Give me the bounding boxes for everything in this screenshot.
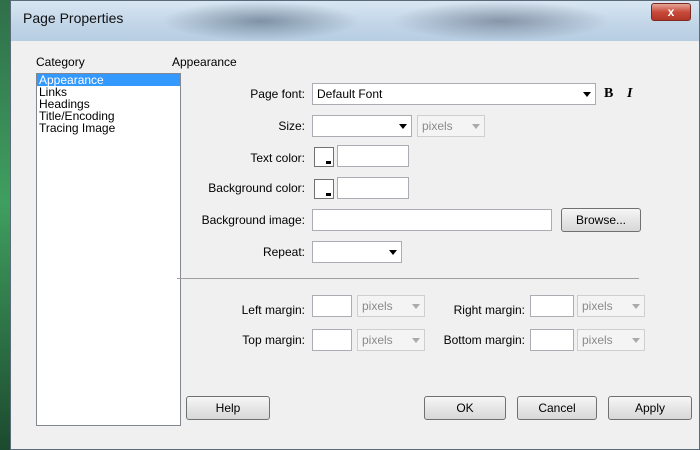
top-margin-unit-value: pixels [362, 333, 393, 347]
color-picker-icon [326, 161, 331, 164]
left-margin-unit-value: pixels [362, 299, 393, 313]
top-margin-label: Top margin: [242, 333, 305, 347]
text-color-picker[interactable] [314, 147, 334, 167]
titlebar-glass-blur [391, 1, 611, 41]
bold-button[interactable]: B [604, 86, 613, 102]
background-image-label: Background image: [201, 213, 305, 227]
chevron-down-icon [399, 124, 407, 129]
page-font-value: Default Font [317, 87, 383, 101]
left-margin-unit-select[interactable]: pixels [357, 295, 425, 317]
chevron-down-icon [583, 92, 591, 97]
size-label: Size: [278, 119, 305, 133]
page-font-label: Page font: [250, 87, 305, 101]
chevron-down-icon [632, 304, 640, 309]
right-margin-unit-select[interactable]: pixels [577, 295, 645, 317]
titlebar-glass-blur [161, 1, 361, 41]
size-unit-value: pixels [422, 119, 453, 133]
apply-button[interactable]: Apply [608, 396, 692, 420]
category-header: Category [36, 55, 85, 69]
window-title: Page Properties [23, 10, 124, 26]
chevron-down-icon [632, 338, 640, 343]
chevron-down-icon [389, 250, 397, 255]
top-margin-unit-select[interactable]: pixels [357, 329, 425, 351]
browse-button[interactable]: Browse... [561, 208, 641, 232]
top-margin-input[interactable] [312, 329, 352, 351]
text-color-input[interactable] [337, 145, 409, 167]
right-margin-label: Right margin: [453, 303, 525, 317]
page-properties-dialog: Page Properties x Category Appearance Li… [10, 0, 700, 450]
bottom-margin-unit-select[interactable]: pixels [577, 329, 645, 351]
background-color-picker[interactable] [314, 179, 334, 199]
italic-button[interactable]: I [627, 86, 632, 102]
bottom-margin-label: Bottom margin: [443, 333, 525, 347]
page-font-select[interactable]: Default Font [312, 83, 596, 105]
desktop-background-strip [0, 0, 10, 450]
cancel-button[interactable]: Cancel [517, 396, 597, 420]
separator [177, 278, 639, 279]
category-list[interactable]: Appearance Links Headings Title/Encoding… [36, 73, 181, 426]
bottom-margin-unit-value: pixels [582, 333, 613, 347]
section-title: Appearance [172, 55, 237, 69]
background-image-input[interactable] [312, 209, 552, 231]
text-color-label: Text color: [250, 151, 305, 165]
help-button[interactable]: Help [186, 396, 270, 420]
color-picker-icon [326, 193, 331, 196]
close-icon: x [667, 5, 675, 19]
bottom-margin-input[interactable] [530, 329, 574, 351]
category-item-tracing-image[interactable]: Tracing Image [37, 122, 180, 134]
close-button[interactable]: x [651, 3, 691, 21]
repeat-label: Repeat: [262, 245, 305, 259]
chevron-down-icon [472, 124, 480, 129]
left-margin-label: Left margin: [241, 303, 305, 317]
background-color-input[interactable] [337, 177, 409, 199]
right-margin-input[interactable] [530, 295, 574, 317]
title-bar[interactable]: Page Properties x [11, 1, 699, 41]
chevron-down-icon [412, 304, 420, 309]
right-margin-unit-value: pixels [582, 299, 613, 313]
dialog-body: Category Appearance Links Headings Title… [19, 41, 692, 437]
size-unit-select[interactable]: pixels [417, 115, 485, 137]
ok-button[interactable]: OK [424, 396, 506, 420]
background-color-label: Background color: [208, 181, 305, 195]
size-select[interactable] [312, 115, 412, 137]
repeat-select[interactable] [312, 241, 402, 263]
left-margin-input[interactable] [312, 295, 352, 317]
chevron-down-icon [412, 338, 420, 343]
